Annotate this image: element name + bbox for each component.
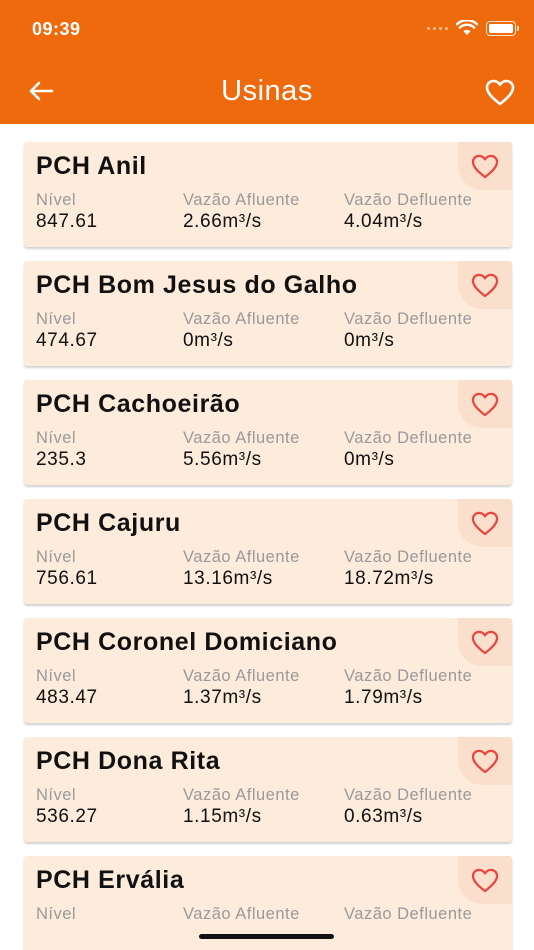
vazao-defluente-label: Vazão Defluente bbox=[344, 310, 473, 328]
vazao-afluente-value: 1.37m³/s bbox=[183, 687, 262, 708]
heart-outline-icon bbox=[471, 630, 499, 654]
vazao-defluente-label: Vazão Defluente bbox=[344, 786, 473, 804]
vazao-defluente-value: 4.04m³/s bbox=[344, 211, 423, 232]
vazao-afluente-label: Vazão Afluente bbox=[183, 548, 300, 566]
favorite-button[interactable] bbox=[458, 142, 512, 190]
heart-outline-icon bbox=[471, 868, 499, 892]
favorite-button[interactable] bbox=[458, 261, 512, 309]
page-title: Usinas bbox=[221, 75, 313, 107]
plant-name: PCH Cajuru bbox=[36, 509, 181, 537]
vazao-defluente-label: Vazão Defluente bbox=[344, 548, 473, 566]
vazao-afluente-label: Vazão Afluente bbox=[183, 667, 300, 685]
plant-card[interactable]: PCH Anil Nível Vazão Afluente Vazão Defl… bbox=[24, 142, 512, 247]
vazao-defluente-label: Vazão Defluente bbox=[344, 905, 473, 923]
nivel-value: 536.27 bbox=[36, 806, 98, 827]
vazao-afluente-label: Vazão Afluente bbox=[183, 429, 300, 447]
nivel-label: Nível bbox=[36, 191, 77, 209]
nivel-label: Nível bbox=[36, 548, 77, 566]
vazao-defluente-value: 1.79m³/s bbox=[344, 687, 423, 708]
status-time: 09:39 bbox=[32, 19, 81, 39]
plant-list[interactable]: PCH Anil Nível Vazão Afluente Vazão Defl… bbox=[0, 124, 534, 950]
heart-outline-icon bbox=[471, 749, 499, 773]
heart-outline-icon bbox=[485, 79, 515, 105]
vazao-afluente-label: Vazão Afluente bbox=[183, 310, 300, 328]
plant-card[interactable]: PCH Cajuru Nível Vazão Afluente Vazão De… bbox=[24, 499, 512, 604]
heart-outline-icon bbox=[471, 273, 499, 297]
plant-name: PCH Bom Jesus do Galho bbox=[36, 271, 358, 299]
vazao-defluente-label: Vazão Defluente bbox=[344, 667, 473, 685]
vazao-afluente-value: 5.56m³/s bbox=[183, 449, 262, 470]
vazao-defluente-label: Vazão Defluente bbox=[344, 429, 473, 447]
plant-name: PCH Anil bbox=[36, 152, 147, 180]
vazao-defluente-value: 0m³/s bbox=[344, 330, 395, 351]
nivel-label: Nível bbox=[36, 667, 77, 685]
vazao-afluente-value: 2.66m³/s bbox=[183, 211, 262, 232]
vazao-defluente-value: 18.72m³/s bbox=[344, 568, 434, 589]
nivel-value: 483.47 bbox=[36, 687, 98, 708]
plant-name: PCH Dona Rita bbox=[36, 747, 221, 775]
signal-dots-icon bbox=[427, 26, 448, 30]
nivel-value: 474.67 bbox=[36, 330, 98, 351]
plant-name: PCH Ervália bbox=[36, 866, 185, 894]
vazao-afluente-value: 1.15m³/s bbox=[183, 806, 262, 827]
plant-name: PCH Coronel Domiciano bbox=[36, 628, 338, 656]
favorite-button[interactable] bbox=[458, 618, 512, 666]
battery-icon bbox=[486, 20, 519, 36]
wifi-icon bbox=[456, 20, 478, 35]
favorite-button[interactable] bbox=[458, 737, 512, 785]
heart-outline-icon bbox=[471, 392, 499, 416]
nivel-label: Nível bbox=[36, 905, 77, 923]
vazao-defluente-value: 0m³/s bbox=[344, 449, 395, 470]
nivel-value: 847.61 bbox=[36, 211, 98, 232]
plant-card[interactable]: PCH Cachoeirão Nível Vazão Afluente Vazã… bbox=[24, 380, 512, 485]
plant-card[interactable]: PCH Coronel Domiciano Nível Vazão Afluen… bbox=[24, 618, 512, 723]
nivel-value: 235.3 bbox=[36, 449, 87, 470]
heart-outline-icon bbox=[471, 511, 499, 535]
heart-outline-icon bbox=[471, 154, 499, 178]
plant-card[interactable]: PCH Bom Jesus do Galho Nível Vazão Aflue… bbox=[24, 261, 512, 366]
favorite-button[interactable] bbox=[458, 856, 512, 904]
nivel-label: Nível bbox=[36, 310, 77, 328]
nivel-label: Nível bbox=[36, 786, 77, 804]
vazao-afluente-value: 0m³/s bbox=[183, 330, 234, 351]
nivel-value: 756.61 bbox=[36, 568, 98, 589]
favorites-button[interactable] bbox=[484, 76, 516, 108]
vazao-defluente-value: 0.63m³/s bbox=[344, 806, 423, 827]
vazao-defluente-label: Vazão Defluente bbox=[344, 191, 473, 209]
vazao-afluente-value: 13.16m³/s bbox=[183, 568, 273, 589]
nivel-label: Nível bbox=[36, 429, 77, 447]
vazao-afluente-label: Vazão Afluente bbox=[183, 191, 300, 209]
home-indicator bbox=[199, 934, 334, 939]
favorite-button[interactable] bbox=[458, 499, 512, 547]
favorite-button[interactable] bbox=[458, 380, 512, 428]
plant-card[interactable]: PCH Dona Rita Nível Vazão Afluente Vazão… bbox=[24, 737, 512, 842]
plant-name: PCH Cachoeirão bbox=[36, 390, 241, 418]
status-icons bbox=[427, 20, 519, 36]
vazao-afluente-label: Vazão Afluente bbox=[183, 786, 300, 804]
app-header: 09:39 Usinas bbox=[0, 0, 534, 124]
vazao-afluente-label: Vazão Afluente bbox=[183, 905, 300, 923]
